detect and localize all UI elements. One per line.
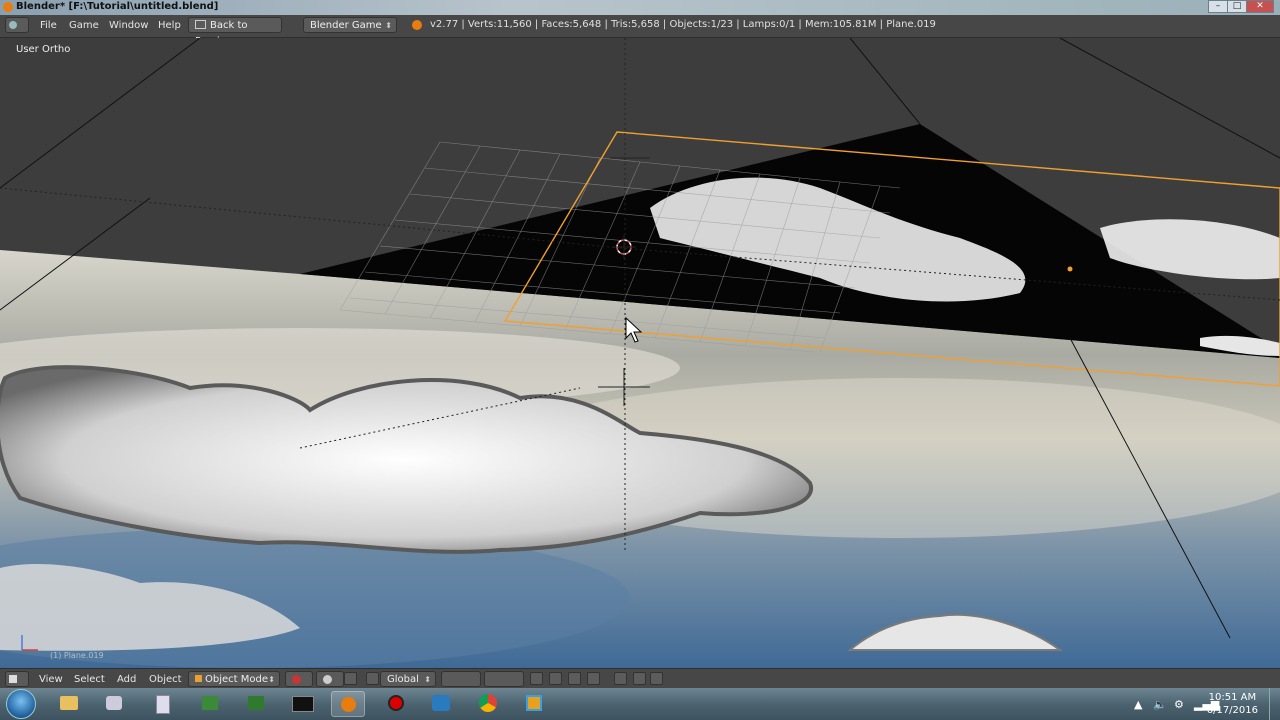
pivot-icon bbox=[323, 675, 332, 684]
orientation-value: Global bbox=[387, 674, 419, 685]
object-mode-icon bbox=[195, 675, 202, 682]
render-viewport-button[interactable] bbox=[650, 672, 663, 685]
scene-statistics: v2.77 | Verts:11,560 | Faces:5,648 | Tri… bbox=[430, 19, 936, 30]
interaction-mode-dropdown[interactable]: Object Mode ⬍ bbox=[188, 671, 280, 687]
system-clock[interactable]: 10:51 AM 6/17/2016 bbox=[1207, 691, 1258, 717]
viewport-shading-dropdown[interactable] bbox=[285, 671, 313, 687]
editor-type-button[interactable] bbox=[5, 17, 29, 33]
back-to-previous-button[interactable]: Back to Previous bbox=[188, 17, 282, 47]
info-header: File Game Window Help Back to Previous B… bbox=[0, 15, 1280, 47]
show-desktop-button[interactable] bbox=[1269, 688, 1280, 720]
chevron-updown-icon: ⬍ bbox=[268, 675, 275, 684]
opengl-render-button[interactable] bbox=[614, 672, 627, 685]
interaction-mode-value: Object Mode bbox=[205, 674, 268, 685]
file-manager-icon[interactable] bbox=[517, 691, 551, 717]
blender-version-icon bbox=[412, 20, 422, 30]
chevron-updown-icon: ⬍ bbox=[385, 21, 392, 30]
capture-icon[interactable] bbox=[424, 691, 458, 717]
3d-view-header: View Select Add Object Object Mode ⬍ Glob… bbox=[0, 668, 1280, 689]
maximize-button[interactable]: □ bbox=[1227, 0, 1247, 13]
menu-file[interactable]: File bbox=[40, 18, 57, 33]
snap-element-dropdown[interactable] bbox=[587, 672, 600, 685]
layer-buttons-1[interactable] bbox=[441, 671, 481, 687]
layer-buttons-2[interactable] bbox=[484, 671, 524, 687]
menu-window[interactable]: Window bbox=[109, 18, 148, 33]
manipulator-toggle[interactable] bbox=[344, 672, 357, 685]
start-button[interactable] bbox=[6, 689, 36, 719]
network-icon[interactable] bbox=[193, 691, 227, 717]
proportional-edit-button[interactable] bbox=[549, 672, 562, 685]
menu-object[interactable]: Object bbox=[149, 672, 182, 687]
info-icon bbox=[9, 21, 17, 29]
active-object-label: (1) Plane.019 bbox=[50, 651, 104, 660]
shading-sphere-icon bbox=[292, 675, 301, 684]
calculator-icon[interactable] bbox=[145, 691, 179, 717]
object-origin-point bbox=[1067, 266, 1073, 272]
windows-taskbar: ▲ 🔈 ⚙ ▂▄▆ 10:51 AM 6/17/2016 bbox=[0, 688, 1280, 720]
minimize-button[interactable]: – bbox=[1208, 0, 1228, 13]
recorder-icon[interactable] bbox=[379, 691, 413, 717]
menu-select[interactable]: Select bbox=[74, 672, 105, 687]
lock-layers-button[interactable] bbox=[530, 672, 543, 685]
blender-logo-icon bbox=[3, 2, 13, 12]
blender-taskbar-icon[interactable] bbox=[331, 691, 365, 717]
transform-orientation-dropdown[interactable]: Global ⬍ bbox=[380, 671, 436, 687]
clock-time: 10:51 AM bbox=[1208, 692, 1257, 703]
volume-icon[interactable]: 🔈 bbox=[1153, 698, 1167, 711]
render-engine-dropdown[interactable]: Blender Game ⬍ bbox=[303, 17, 397, 33]
opengl-animation-button[interactable] bbox=[633, 672, 646, 685]
editor-type-3d-button[interactable] bbox=[5, 671, 29, 687]
pivot-point-dropdown[interactable] bbox=[316, 671, 344, 687]
snap-toggle[interactable] bbox=[568, 672, 581, 685]
cube-icon bbox=[9, 675, 17, 683]
menu-help[interactable]: Help bbox=[158, 18, 181, 33]
close-button[interactable]: ✕ bbox=[1246, 0, 1274, 13]
terminal-icon[interactable] bbox=[285, 691, 319, 717]
translate-manipulator-button[interactable] bbox=[366, 672, 379, 685]
window-title: Blender* [F:\Tutorial\untitled.blend] bbox=[16, 1, 219, 12]
settings-icon[interactable]: ⚙ bbox=[1174, 698, 1184, 711]
menu-game[interactable]: Game bbox=[69, 18, 99, 33]
menu-view[interactable]: View bbox=[39, 672, 63, 687]
window-title-bar: Blender* [F:\Tutorial\untitled.blend] – … bbox=[0, 0, 1280, 15]
menu-add[interactable]: Add bbox=[117, 672, 136, 687]
viewport-scene bbox=[0, 38, 1280, 668]
view-mode-label: User Ortho bbox=[16, 44, 71, 55]
explorer-icon[interactable] bbox=[52, 691, 86, 717]
chevron-updown-icon: ⬍ bbox=[424, 675, 431, 684]
camera-icon[interactable] bbox=[97, 691, 131, 717]
3d-viewport[interactable]: User Ortho (1) Plane.019 bbox=[0, 38, 1280, 668]
network-monitor-icon[interactable] bbox=[239, 691, 273, 717]
clock-date: 6/17/2016 bbox=[1206, 705, 1258, 716]
chrome-icon[interactable] bbox=[471, 691, 505, 717]
render-engine-value: Blender Game bbox=[310, 20, 382, 31]
screen-icon bbox=[195, 20, 206, 29]
tray-expand-icon[interactable]: ▲ bbox=[1134, 698, 1142, 711]
